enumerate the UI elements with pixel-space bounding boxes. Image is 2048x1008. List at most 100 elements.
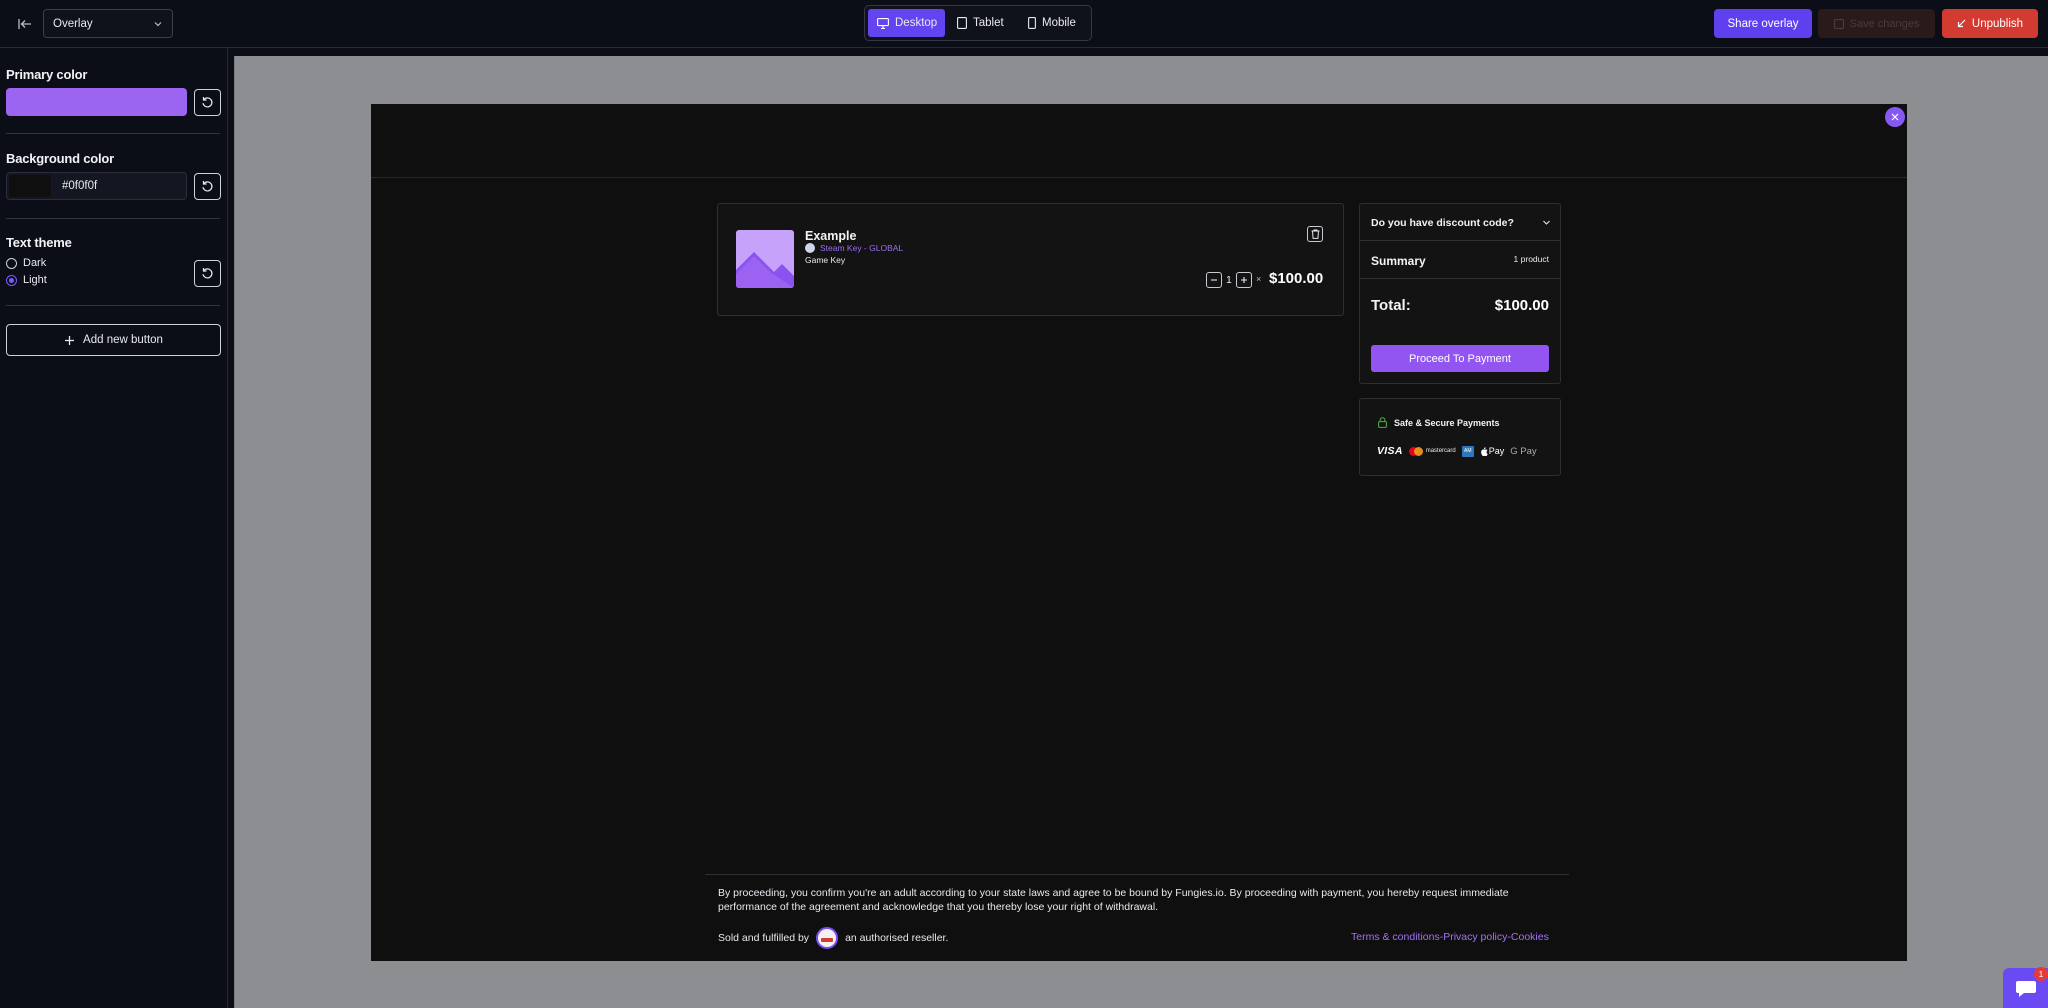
- top-bar: Overlay Desktop Tablet Mobile Share over…: [0, 0, 2048, 48]
- theme-option-light-label: Light: [23, 274, 47, 286]
- primary-color-title: Primary color: [6, 67, 88, 82]
- reset-icon: [202, 97, 213, 108]
- background-color-swatch[interactable]: [9, 175, 51, 197]
- unpublish-label: Unpublish: [1971, 17, 2024, 30]
- secure-payments-title: Safe & Secure Payments: [1378, 417, 1500, 428]
- product-price: $100.00: [1269, 270, 1324, 287]
- background-color-value: #0f0f0f: [62, 180, 98, 192]
- quantity-value: 1: [1226, 274, 1232, 286]
- divider: [6, 218, 220, 219]
- save-icon: [1833, 18, 1844, 29]
- cart-item: Example Steam Key - GLOBAL Game Key 1 × …: [717, 203, 1344, 316]
- sold-by-label: Sold and fulfilled by: [718, 932, 810, 944]
- total-value: $100.00: [1494, 297, 1549, 314]
- mode-select-value: Overlay: [53, 17, 93, 30]
- footer-divider: [705, 874, 1569, 875]
- cookies-link[interactable]: Cookies: [1511, 931, 1549, 943]
- mastercard-logo: mastercard: [1408, 446, 1456, 456]
- add-new-button[interactable]: Add new button: [6, 324, 221, 356]
- product-name: Example: [805, 229, 857, 243]
- image-placeholder-icon: [736, 252, 794, 288]
- device-tab-desktop-label: Desktop: [895, 17, 938, 29]
- close-icon: [1891, 113, 1899, 121]
- overlay-header-divider: [371, 177, 1907, 178]
- background-color-field[interactable]: #0f0f0f: [6, 172, 187, 200]
- share-overlay-button[interactable]: Share overlay: [1714, 9, 1812, 38]
- quantity-decrease-button[interactable]: [1206, 272, 1222, 288]
- reset-text-theme-button[interactable]: [194, 260, 221, 287]
- device-tab-tablet-label: Tablet: [973, 17, 1004, 29]
- plus-icon: [65, 335, 75, 345]
- privacy-link[interactable]: Privacy policy: [1443, 931, 1507, 943]
- multiply-sign: ×: [1256, 274, 1262, 284]
- google-pay-logo: G Pay: [1510, 445, 1537, 457]
- device-tab-mobile-label: Mobile: [1042, 17, 1076, 29]
- mode-select[interactable]: Overlay: [43, 9, 173, 38]
- background-color-title: Background color: [6, 151, 115, 166]
- trash-icon: [1311, 229, 1319, 239]
- theme-option-light[interactable]: Light: [6, 274, 47, 286]
- device-tab-tablet[interactable]: Tablet: [953, 9, 1015, 37]
- visa-logo: VISA: [1377, 445, 1403, 457]
- monitor-icon: [877, 17, 889, 29]
- secure-payments-label: Safe & Secure Payments: [1394, 417, 1500, 428]
- reset-primary-color-button[interactable]: [194, 89, 221, 116]
- notification-badge: 1: [2034, 967, 2048, 981]
- product-platform-label: Steam Key - GLOBAL: [820, 243, 904, 253]
- chevron-down-icon: [154, 22, 162, 27]
- reset-icon: [202, 268, 213, 279]
- discount-code-label: Do you have discount code?: [1371, 217, 1514, 229]
- unpublish-button[interactable]: Unpublish: [1942, 9, 2038, 38]
- primary-color-swatch[interactable]: [6, 88, 187, 116]
- remove-item-button[interactable]: [1307, 226, 1323, 242]
- unpublish-icon: [1957, 19, 1966, 28]
- payment-methods: VISA mastercard AM Pay G Pay: [1377, 445, 1543, 457]
- collapse-sidebar-icon[interactable]: [14, 13, 36, 35]
- checkout-overlay: Example Steam Key - GLOBAL Game Key 1 × …: [371, 104, 1907, 961]
- save-changes-label: Save changes: [1849, 17, 1920, 30]
- plus-icon: [1241, 277, 1247, 283]
- mastercard-label: mastercard: [1425, 448, 1456, 454]
- reseller-notice: Sold and fulfilled by an authorised rese…: [718, 927, 948, 949]
- tablet-icon: [957, 17, 967, 29]
- chevron-down-icon: [1543, 220, 1550, 225]
- secure-payments-box: Safe & Secure Payments VISA mastercard A…: [1359, 398, 1561, 476]
- proceed-to-payment-button[interactable]: Proceed To Payment: [1371, 345, 1549, 372]
- radio-dark[interactable]: [6, 257, 17, 269]
- text-theme-title: Text theme: [6, 235, 72, 250]
- divider: [1360, 278, 1560, 279]
- terms-link[interactable]: Terms & conditions: [1351, 931, 1440, 943]
- apple-icon: [1480, 446, 1488, 456]
- device-switcher: Desktop Tablet Mobile: [864, 5, 1092, 41]
- divider: [6, 133, 220, 134]
- device-tab-desktop[interactable]: Desktop: [868, 9, 945, 37]
- close-overlay-button[interactable]: [1885, 107, 1905, 127]
- product-type: Game Key: [805, 255, 846, 265]
- reset-background-color-button[interactable]: [194, 173, 221, 200]
- legal-notice: By proceeding, you confirm you're an adu…: [718, 887, 1509, 913]
- reset-icon: [202, 181, 213, 192]
- discount-code-toggle[interactable]: Do you have discount code?: [1360, 204, 1560, 241]
- product-platform: Steam Key - GLOBAL: [805, 243, 903, 253]
- settings-sidebar: Primary color Background color #0f0f0f T…: [0, 48, 228, 1008]
- product-image: [736, 230, 794, 288]
- apple-pay-label: Pay: [1488, 446, 1505, 456]
- order-summary: Do you have discount code? Summary 1 pro…: [1359, 203, 1561, 384]
- amex-logo: AM: [1461, 445, 1474, 457]
- product-count: 1 product: [1513, 254, 1549, 264]
- minus-icon: [1211, 279, 1217, 281]
- quantity-increase-button[interactable]: [1236, 272, 1252, 288]
- fungies-logo-icon: [816, 927, 839, 949]
- device-tab-mobile[interactable]: Mobile: [1024, 9, 1088, 37]
- mobile-icon: [1028, 17, 1036, 29]
- reseller-label: an authorised reseller.: [845, 932, 949, 944]
- apple-pay-logo: Pay: [1480, 446, 1505, 456]
- lock-icon: [1378, 417, 1387, 428]
- save-changes-button[interactable]: Save changes: [1818, 9, 1935, 38]
- divider: [6, 305, 220, 306]
- radio-light[interactable]: [6, 274, 17, 286]
- theme-option-dark-label: Dark: [23, 257, 47, 269]
- theme-option-dark[interactable]: Dark: [6, 257, 46, 269]
- chat-icon: [2016, 981, 2036, 997]
- add-new-button-label: Add new button: [83, 334, 163, 346]
